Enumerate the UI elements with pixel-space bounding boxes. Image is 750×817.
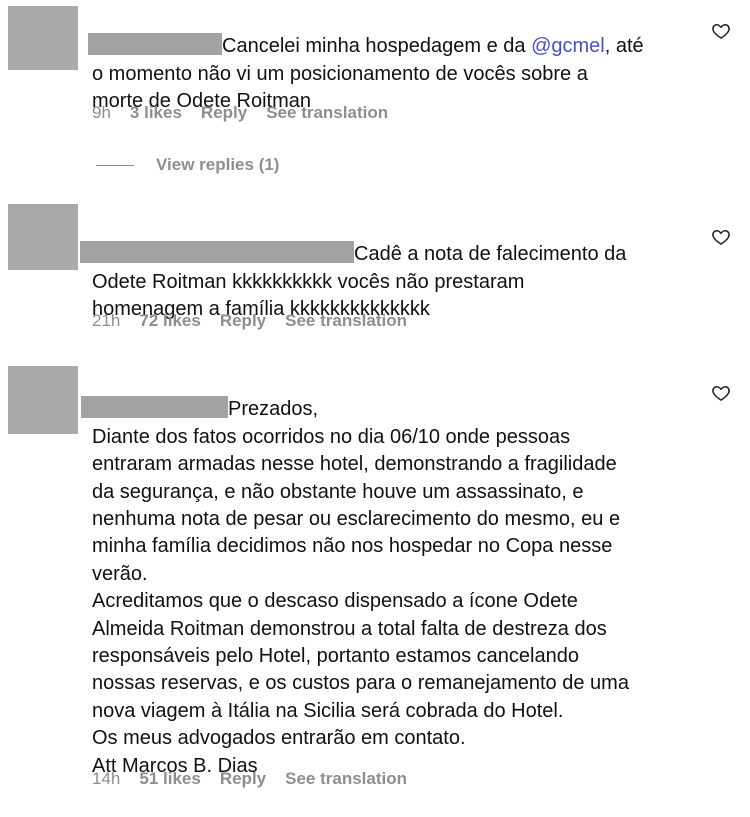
see-translation-button[interactable]: See translation xyxy=(285,311,407,331)
likes-count[interactable]: 72 likes xyxy=(139,311,200,331)
comment-text: Prezados, Diante dos fatos ocorridos no … xyxy=(81,369,629,780)
see-translation-button[interactable]: See translation xyxy=(285,769,407,789)
heart-icon[interactable] xyxy=(711,383,731,403)
comment-meta: 21h 72 likes Reply See translation xyxy=(92,311,407,331)
comment-time: 14h xyxy=(92,769,121,788)
comment-time: 21h xyxy=(92,311,121,330)
redacted-username xyxy=(88,33,222,56)
likes-count[interactable]: 51 likes xyxy=(139,769,200,789)
reply-button[interactable]: Reply xyxy=(201,103,247,123)
comment-meta: 9h 3 likes Reply See translation xyxy=(92,103,388,123)
redacted-username xyxy=(81,396,228,419)
reply-button[interactable]: Reply xyxy=(220,311,266,331)
likes-count[interactable]: 3 likes xyxy=(130,103,182,123)
heart-icon[interactable] xyxy=(711,227,731,247)
avatar[interactable] xyxy=(8,366,78,434)
comment-text: Cancelei minha hospedagem e da @gcmel, a… xyxy=(88,6,644,116)
view-replies-button[interactable]: View replies (1) xyxy=(96,155,279,175)
avatar[interactable] xyxy=(8,6,78,70)
reply-button[interactable]: Reply xyxy=(220,769,266,789)
comment-meta: 14h 51 likes Reply See translation xyxy=(92,769,407,789)
reply-divider-line xyxy=(96,164,134,166)
mention-link[interactable]: @gcmel xyxy=(531,35,605,57)
view-replies-label: View replies (1) xyxy=(156,155,280,174)
redacted-username xyxy=(80,241,354,264)
see-translation-button[interactable]: See translation xyxy=(266,103,388,123)
comment-time: 9h xyxy=(92,103,111,122)
heart-icon[interactable] xyxy=(711,21,731,41)
avatar[interactable] xyxy=(8,204,78,270)
comment-text: Cadê a nota de falecimento da Odete Roit… xyxy=(80,214,626,324)
